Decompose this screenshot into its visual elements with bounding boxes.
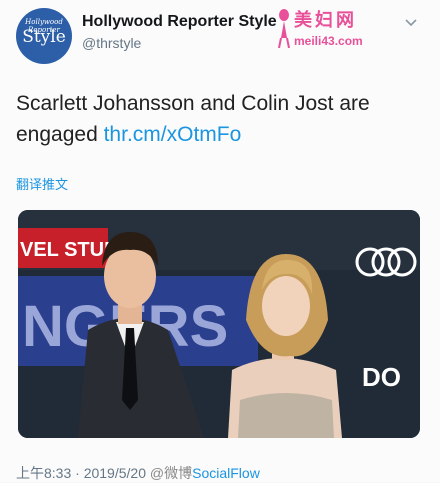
- tweet-date[interactable]: 2019/5/20: [84, 465, 146, 481]
- watermark-logo: [278, 9, 290, 48]
- footer-separator: ·: [71, 465, 84, 481]
- avatar[interactable]: Hollywood Reporter Style: [16, 8, 72, 64]
- tweet-photo[interactable]: VEL STUDIOS NGERS DO: [18, 210, 420, 438]
- tweet-source-app[interactable]: SocialFlow: [192, 465, 260, 481]
- avatar-text-large: Style: [22, 27, 66, 47]
- translate-tweet-link[interactable]: 翻译推文: [16, 174, 68, 193]
- watermark-url: meili43.com: [294, 34, 363, 48]
- tweet-card: Hollywood Reporter Style Hollywood Repor…: [0, 0, 440, 482]
- account-name[interactable]: Hollywood Reporter Style: [82, 13, 277, 31]
- tweet-text: Scarlett Johansson and Colin Jost are en…: [16, 88, 424, 150]
- tweet-link[interactable]: thr.cm/xOtmFo: [104, 123, 242, 146]
- watermark: 美妇网 meili43.com: [276, 6, 388, 54]
- chevron-down-icon[interactable]: [404, 16, 418, 30]
- photo-scene: VEL STUDIOS NGERS DO: [18, 210, 420, 438]
- watermark-title: 美妇网: [294, 10, 357, 30]
- backdrop-text-3: DO: [362, 362, 401, 392]
- tweet-footer: 上午8:33 · 2019/5/20 @微博SocialFlow: [16, 463, 260, 483]
- tweet-time[interactable]: 上午8:33: [16, 465, 71, 481]
- weibo-watermark: @微博: [149, 465, 193, 481]
- account-handle[interactable]: @thrstyle: [82, 35, 141, 51]
